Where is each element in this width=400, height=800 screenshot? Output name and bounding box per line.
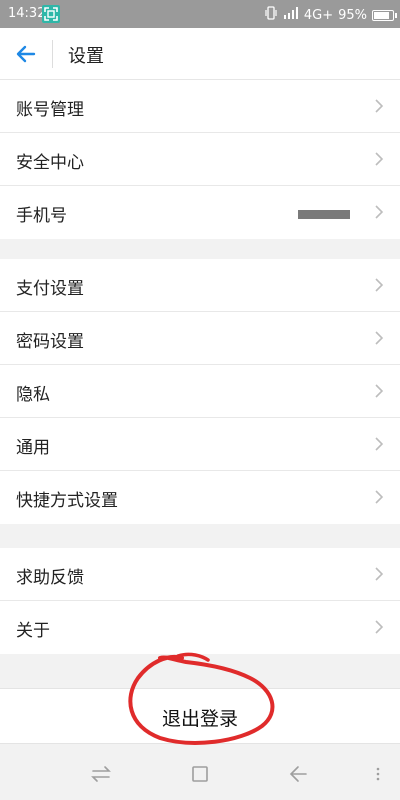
chevron-right-icon bbox=[375, 567, 384, 581]
logout-button[interactable]: 退出登录 bbox=[0, 688, 400, 744]
back-arrow-icon[interactable] bbox=[14, 42, 38, 66]
chevron-right-icon bbox=[375, 152, 384, 166]
settings-item-label: 支付设置 bbox=[16, 279, 84, 299]
home-icon[interactable] bbox=[189, 764, 211, 784]
back-nav-icon[interactable] bbox=[288, 764, 310, 784]
settings-item-privacy[interactable]: 隐私 bbox=[0, 365, 400, 418]
settings-item-payment[interactable]: 支付设置 bbox=[0, 259, 400, 312]
settings-item-general[interactable]: 通用 bbox=[0, 418, 400, 471]
settings-item-feedback[interactable]: 求助反馈 bbox=[0, 548, 400, 601]
settings-section-support: 求助反馈 关于 bbox=[0, 548, 400, 654]
status-time: 14:32 bbox=[8, 6, 46, 21]
chevron-right-icon bbox=[375, 278, 384, 292]
battery-percent: 95% bbox=[338, 7, 367, 23]
settings-item-label: 关于 bbox=[16, 621, 50, 641]
settings-item-label: 求助反馈 bbox=[16, 568, 84, 588]
chevron-right-icon bbox=[375, 384, 384, 398]
settings-item-password[interactable]: 密码设置 bbox=[0, 312, 400, 365]
page-title: 设置 bbox=[68, 46, 104, 67]
chevron-right-icon bbox=[375, 99, 384, 113]
chevron-right-icon bbox=[375, 490, 384, 504]
settings-item-label: 通用 bbox=[16, 438, 50, 458]
logout-label: 退出登录 bbox=[161, 708, 238, 730]
settings-item-account-management[interactable]: 账号管理 bbox=[0, 80, 400, 133]
settings-item-security-center[interactable]: 安全中心 bbox=[0, 133, 400, 186]
settings-item-label: 安全中心 bbox=[16, 153, 84, 173]
settings-item-label: 手机号 bbox=[16, 206, 67, 226]
menu-dots-icon[interactable] bbox=[370, 764, 392, 784]
header-divider bbox=[52, 40, 53, 68]
settings-section-account: 账号管理 安全中心 手机号 bbox=[0, 80, 400, 239]
settings-item-shortcuts[interactable]: 快捷方式设置 bbox=[0, 471, 400, 524]
app-header: 设置 bbox=[0, 28, 400, 80]
status-bar: 14:32 4G+ 95% bbox=[0, 0, 400, 28]
settings-item-label: 账号管理 bbox=[16, 100, 84, 120]
scan-notification-icon bbox=[42, 5, 60, 23]
system-navigation-bar bbox=[0, 748, 400, 800]
chevron-right-icon bbox=[375, 437, 384, 451]
chevron-right-icon bbox=[375, 331, 384, 345]
settings-item-about[interactable]: 关于 bbox=[0, 601, 400, 654]
network-type: 4G+ bbox=[303, 7, 334, 23]
settings-item-label: 快捷方式设置 bbox=[16, 491, 118, 511]
battery-icon bbox=[372, 9, 397, 21]
redacted-phone-number bbox=[298, 210, 350, 219]
signal-icon bbox=[283, 7, 299, 23]
settings-item-label: 隐私 bbox=[16, 385, 50, 405]
chevron-right-icon bbox=[375, 205, 384, 219]
settings-item-label: 密码设置 bbox=[16, 332, 84, 352]
chevron-right-icon bbox=[375, 620, 384, 634]
settings-item-phone-number[interactable]: 手机号 bbox=[0, 186, 400, 239]
switch-apps-icon[interactable] bbox=[90, 764, 112, 784]
settings-section-general: 支付设置 密码设置 隐私 通用 快捷方式设置 bbox=[0, 259, 400, 524]
vibrate-icon bbox=[264, 6, 278, 24]
